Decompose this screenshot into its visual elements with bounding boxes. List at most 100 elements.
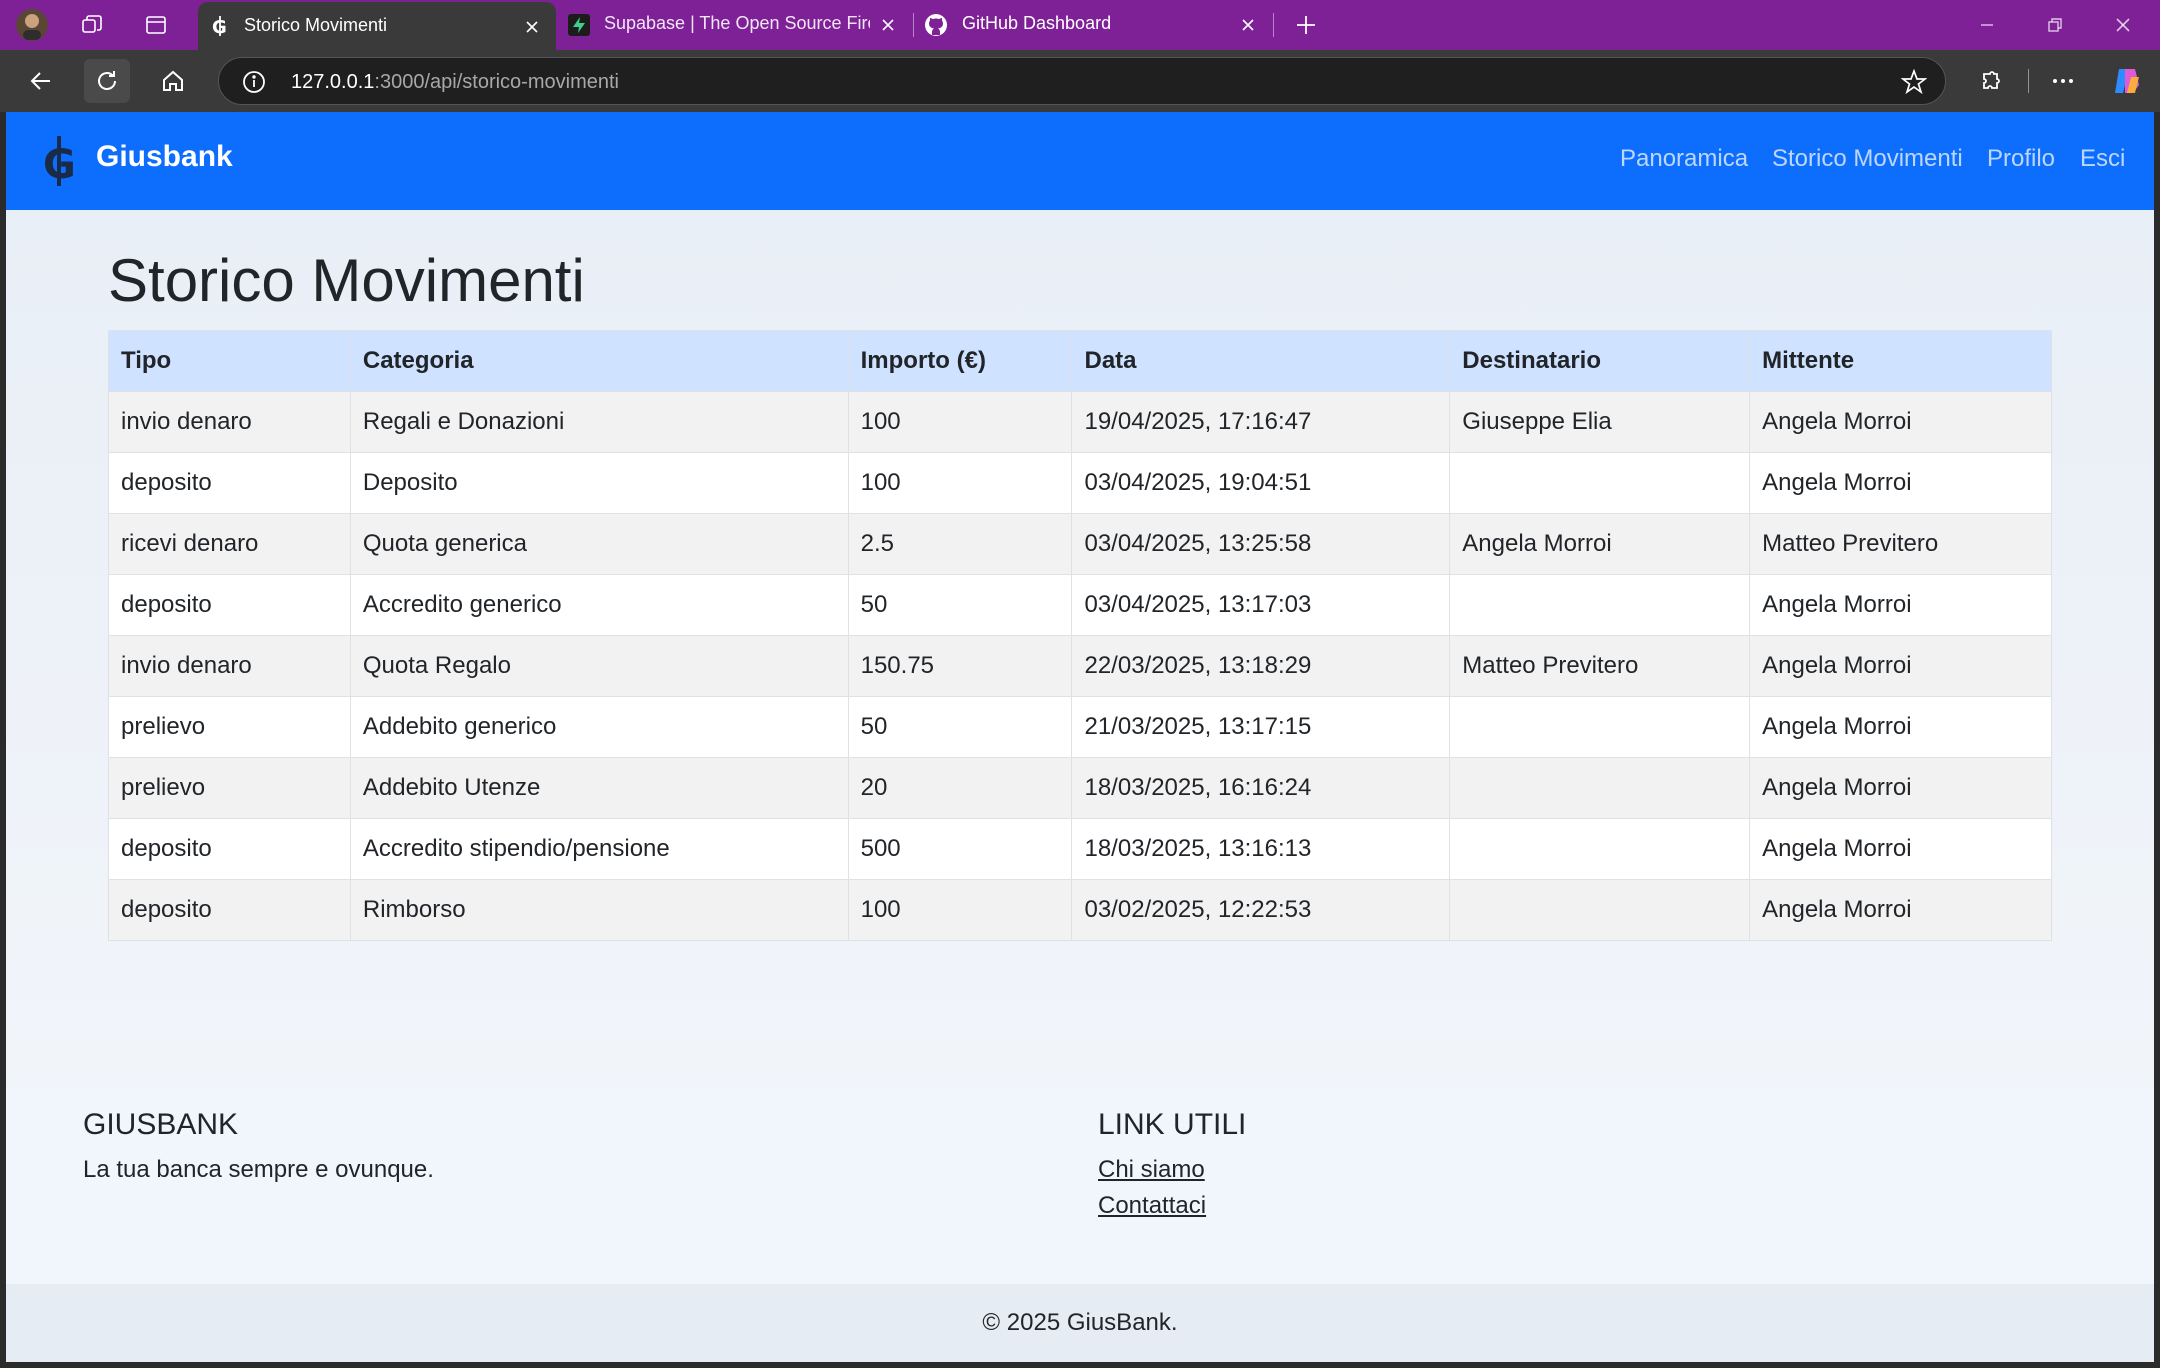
home-icon[interactable] — [150, 59, 196, 103]
cell-data: 18/03/2025, 16:16:24 — [1071, 757, 1451, 819]
url-text: 127.0.0.1:3000/api/storico-movimenti — [291, 71, 619, 94]
cell-destinatario: Giuseppe Elia — [1449, 391, 1751, 453]
site-info-icon[interactable] — [241, 69, 267, 100]
tab-github-dashboard[interactable]: GitHub Dashboard — [916, 0, 1272, 50]
tab-close-icon[interactable] — [1236, 13, 1260, 37]
cell-importo: 50 — [847, 696, 1073, 758]
reload-icon[interactable] — [84, 59, 130, 103]
cell-mittente: Angela Morroi — [1749, 452, 2052, 514]
table-row: invio denaro Quota Regalo 150.75 22/03/2025… — [108, 635, 2052, 697]
table-row: deposito Accredito generico 50 03/04/2025, … — [108, 574, 2052, 636]
cell-tipo: ricevi denaro — [108, 513, 351, 575]
column-header-mittente: Mittente — [1749, 330, 2052, 392]
cell-destinatario — [1449, 574, 1751, 636]
footer-about: GIUSBANK La tua banca sempre e ovunque. — [83, 1108, 434, 1184]
cell-categoria: Deposito — [349, 452, 849, 514]
cell-importo: 150.75 — [847, 635, 1073, 697]
cell-mittente: Angela Morroi — [1749, 879, 2052, 941]
table-row: deposito Deposito 100 03/04/2025, 19:04:51 A… — [108, 452, 2052, 514]
footer-link-chi-siamo[interactable]: Chi siamo — [1098, 1152, 1246, 1188]
cell-categoria: Accredito stipendio/pensione — [349, 818, 849, 880]
favorite-star-icon[interactable] — [1900, 68, 1928, 100]
footer-tagline: La tua banca sempre e ovunque. — [83, 1156, 434, 1183]
cell-tipo: deposito — [108, 452, 351, 514]
copilot-icon[interactable] — [2104, 59, 2150, 103]
more-menu-icon[interactable] — [2040, 59, 2086, 103]
nav-link-esci[interactable]: Esci — [2080, 145, 2125, 173]
column-header-categoria: Categoria — [349, 330, 849, 392]
cell-mittente: Angela Morroi — [1749, 574, 2052, 636]
cell-importo: 100 — [847, 879, 1073, 941]
cell-importo: 20 — [847, 757, 1073, 819]
table-row: ricevi denaro Quota generica 2.5 03/04/2025… — [108, 513, 2052, 575]
copyright-text: © 2025 GiusBank. — [982, 1309, 1178, 1336]
tab-title: GitHub Dashboard — [962, 13, 1112, 33]
supabase-favicon-icon — [568, 14, 590, 41]
tab-storico-movimenti[interactable]: G Storico Movimenti — [198, 2, 556, 50]
footer-links: LINK UTILI Chi siamo Contattaci — [1098, 1108, 1246, 1224]
cell-tipo: invio denaro — [108, 391, 351, 453]
cell-categoria: Addebito Utenze — [349, 757, 849, 819]
cell-destinatario — [1449, 452, 1751, 514]
cell-data: 03/04/2025, 19:04:51 — [1071, 452, 1451, 514]
cell-destinatario — [1449, 757, 1751, 819]
table-row: invio denaro Regali e Donazioni 100 19/04/2… — [108, 391, 2052, 453]
browser-tab-bar: G Storico Movimenti Supabase | The Open … — [0, 0, 2160, 50]
cell-data: 18/03/2025, 13:16:13 — [1071, 818, 1451, 880]
table-row: deposito Rimborso 100 03/02/2025, 12:22:53 A… — [108, 879, 2052, 941]
tab-close-icon[interactable] — [876, 13, 900, 37]
brand-name[interactable]: Giusbank — [96, 140, 233, 174]
cell-data: 03/02/2025, 12:22:53 — [1071, 879, 1451, 941]
new-tab-icon[interactable] — [1286, 6, 1326, 44]
cell-categoria: Accredito generico — [349, 574, 849, 636]
column-header-data: Data — [1071, 330, 1451, 392]
profile-avatar[interactable] — [12, 6, 52, 44]
site-footer: GIUSBANK La tua banca sempre e ovunque. … — [6, 1086, 2154, 1284]
giusbank-logo-icon[interactable]: G — [40, 134, 76, 193]
restore-icon[interactable] — [2022, 0, 2088, 50]
copyright-bar: © 2025 GiusBank. — [6, 1284, 2154, 1362]
page-title: Storico Movimenti — [108, 247, 585, 314]
cell-data: 22/03/2025, 13:18:29 — [1071, 635, 1451, 697]
workspaces-icon[interactable] — [72, 6, 112, 44]
column-header-tipo: Tipo — [108, 330, 351, 392]
nav-link-storico-movimenti[interactable]: Storico Movimenti — [1772, 145, 1963, 173]
cell-importo: 2.5 — [847, 513, 1073, 575]
footer-brand-heading: GIUSBANK — [83, 1108, 239, 1141]
cell-tipo: prelievo — [108, 757, 351, 819]
cell-mittente: Angela Morroi — [1749, 635, 2052, 697]
nav-link-profilo[interactable]: Profilo — [1987, 145, 2055, 173]
cell-destinatario — [1449, 879, 1751, 941]
table-row: prelievo Addebito Utenze 20 18/03/2025, 16:… — [108, 757, 2052, 819]
minimize-icon[interactable] — [1954, 0, 2020, 50]
cell-data: 03/04/2025, 13:17:03 — [1071, 574, 1451, 636]
toolbar-separator — [2028, 69, 2029, 93]
page-viewport: G Giusbank Panoramica Storico Movimenti … — [6, 112, 2154, 1362]
cell-categoria: Quota generica — [349, 513, 849, 575]
url-path: :3000/api/storico-movimenti — [374, 71, 619, 93]
back-icon[interactable] — [18, 59, 64, 103]
tab-supabase[interactable]: Supabase | The Open Source Firel — [560, 0, 912, 50]
tab-title: Supabase | The Open Source Firel — [604, 13, 870, 33]
cell-mittente: Angela Morroi — [1749, 757, 2052, 819]
giusbank-favicon-icon: G — [210, 15, 230, 42]
footer-link-contattaci[interactable]: Contattaci — [1098, 1188, 1246, 1224]
nav-link-panoramica[interactable]: Panoramica — [1620, 145, 1748, 173]
extensions-icon[interactable] — [1968, 59, 2014, 103]
cell-importo: 100 — [847, 391, 1073, 453]
tab-actions-icon[interactable] — [136, 6, 176, 44]
transactions-table: Tipo Categoria Importo (€) Data Destinat… — [108, 330, 2052, 941]
close-window-icon[interactable] — [2090, 0, 2156, 50]
cell-mittente: Matteo Previtero — [1749, 513, 2052, 575]
cell-data: 21/03/2025, 13:17:15 — [1071, 696, 1451, 758]
address-bar[interactable]: 127.0.0.1:3000/api/storico-movimenti — [218, 57, 1946, 105]
cell-importo: 500 — [847, 818, 1073, 880]
github-favicon-icon — [924, 13, 948, 42]
site-navbar: G Giusbank Panoramica Storico Movimenti … — [6, 112, 2154, 210]
tab-separator — [913, 13, 914, 37]
table-header-row: Tipo Categoria Importo (€) Data Destinat… — [108, 330, 2052, 392]
tab-close-icon[interactable] — [520, 15, 544, 39]
cell-categoria: Regali e Donazioni — [349, 391, 849, 453]
cell-importo: 50 — [847, 574, 1073, 636]
cell-tipo: deposito — [108, 818, 351, 880]
